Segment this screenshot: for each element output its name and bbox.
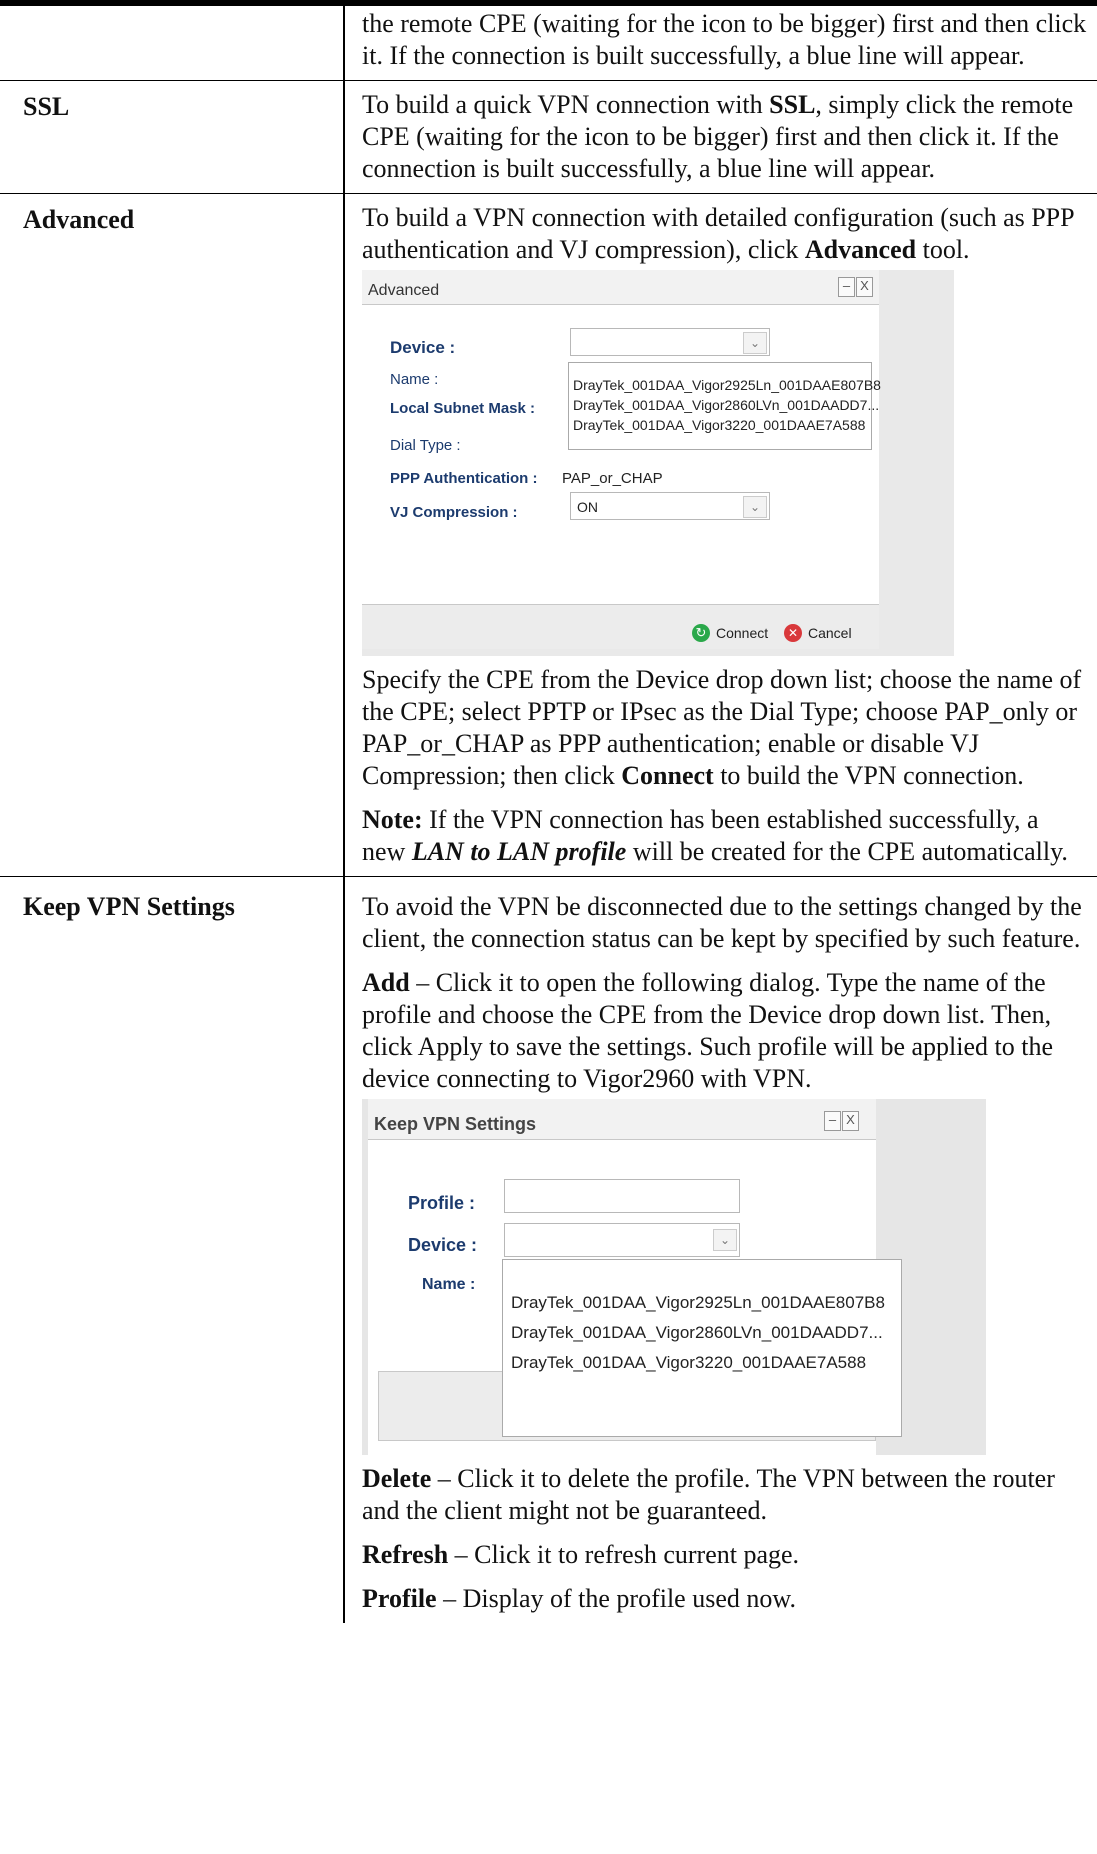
advanced-note: Note: If the VPN connection has been est… [362, 804, 1087, 868]
advanced-specify-text: Specify the CPE from the Device drop dow… [362, 664, 1087, 792]
ssl-text: To build a quick VPN connection with SSL… [362, 89, 1087, 185]
device-option[interactable]: DrayTek_001DAA_Vigor3220_001DAAE7A588 [569, 415, 871, 435]
text-span: To build a quick VPN connection with [362, 90, 770, 119]
row-label: Keep VPN Settings [0, 876, 345, 1623]
device-label: Device : [390, 338, 456, 357]
bold-span: Refresh [362, 1540, 449, 1569]
keep-add-text: Add – Click it to open the following dia… [362, 967, 1087, 1095]
ppp-auth-value: PAP_or_CHAP [562, 470, 663, 487]
note-label: Note: [362, 805, 423, 834]
text-span: – Click it to refresh current page. [448, 1540, 800, 1569]
chevron-down-icon[interactable]: ⌄ [713, 1229, 737, 1251]
connect-button[interactable]: ↻ Connect [692, 617, 768, 649]
dialog-footer: ↻ Connect ✕ Cancel [362, 604, 879, 649]
bold-span: Connect [621, 761, 714, 790]
name-label: Name : [390, 371, 439, 388]
settings-table: the remote CPE (waiting for the icon to … [0, 6, 1097, 1623]
device-select[interactable]: ⌄ [504, 1223, 740, 1257]
close-icon[interactable]: X [842, 1111, 859, 1131]
vj-value: ON [577, 499, 598, 515]
minimize-icon[interactable]: – [838, 277, 855, 297]
vj-compression-select[interactable]: ON ⌄ [570, 492, 770, 520]
device-select[interactable]: ⌄ [570, 328, 770, 356]
divider [362, 304, 879, 305]
row-label-empty [0, 6, 345, 81]
advanced-dialog: Advanced – X Device : ⌄ Name : Local Sub… [362, 270, 881, 649]
close-icon[interactable]: X [856, 277, 873, 297]
keep-delete-text: Delete – Click it to delete the profile.… [362, 1463, 1087, 1527]
row-description: To build a VPN connection with detailed … [344, 193, 1097, 877]
table-row: the remote CPE (waiting for the icon to … [0, 6, 1097, 81]
bold-span: Advanced [804, 235, 917, 264]
profile-input[interactable] [504, 1179, 740, 1213]
dialog-title: Keep VPN Settings [374, 1114, 537, 1134]
refresh-icon: ↻ [692, 624, 710, 642]
dialog-titlebar [362, 270, 879, 304]
text-span: will be created for the CPE automaticall… [626, 837, 1068, 866]
row-label: SSL [0, 80, 345, 194]
advanced-dialog-screenshot: Advanced – X Device : ⌄ Name : Local Sub… [362, 270, 954, 656]
dial-type-label: Dial Type : [390, 437, 461, 454]
ppp-auth-label: PPP Authentication : [390, 470, 538, 487]
bold-span: Delete [362, 1464, 432, 1493]
minimize-icon[interactable]: – [824, 1111, 841, 1131]
row-label: Advanced [0, 193, 345, 877]
subnet-label: Local Subnet Mask : [390, 400, 536, 417]
row-description: To build a quick VPN connection with SSL… [344, 80, 1097, 194]
dialog-title: Advanced [368, 282, 440, 299]
cancel-label: Cancel [808, 625, 852, 641]
bold-span: Add [362, 968, 410, 997]
row-description: the remote CPE (waiting for the icon to … [344, 6, 1097, 81]
device-option[interactable]: DrayTek_001DAA_Vigor2860LVn_001DAADD7... [507, 1318, 901, 1348]
device-dropdown: DrayTek_001DAA_Vigor2925Ln_001DAAE807B8 … [502, 1259, 902, 1437]
device-label: Device : [408, 1235, 478, 1255]
vj-compression-label: VJ Compression : [390, 504, 518, 521]
name-label: Name : [422, 1276, 476, 1293]
table-row-keep-vpn: Keep VPN Settings To avoid the VPN be di… [0, 876, 1097, 1624]
divider [368, 1139, 876, 1140]
profile-label: Profile : [408, 1193, 476, 1213]
cancel-button[interactable]: ✕ Cancel [784, 617, 852, 649]
device-option[interactable]: DrayTek_001DAA_Vigor2860LVn_001DAADD7... [569, 395, 879, 415]
chevron-down-icon[interactable]: ⌄ [743, 332, 767, 354]
advanced-text: To build a VPN connection with detailed … [362, 202, 1087, 266]
keep-intro-text: To avoid the VPN be disconnected due to … [362, 892, 1082, 953]
table-row-advanced: Advanced To build a VPN connection with … [0, 193, 1097, 877]
keep-vpn-dialog: Keep VPN Settings – X Profile : Device :… [368, 1099, 902, 1455]
window-buttons: – X [838, 277, 874, 297]
text-span: – Click it to open the following dialog.… [362, 968, 1054, 1093]
keep-profile-text: Profile – Display of the profile used no… [362, 1583, 1087, 1615]
device-option[interactable]: DrayTek_001DAA_Vigor2925Ln_001DAAE807B8 [569, 375, 881, 395]
text-span: – Click it to delete the profile. The VP… [362, 1464, 1055, 1525]
chevron-down-icon[interactable]: ⌄ [743, 496, 767, 518]
keep-vpn-dialog-screenshot: Keep VPN Settings – X Profile : Device :… [362, 1099, 986, 1455]
device-dropdown: DrayTek_001DAA_Vigor2925Ln_001DAAE807B8 … [568, 362, 881, 450]
intro-text: the remote CPE (waiting for the icon to … [362, 9, 1087, 70]
connect-label: Connect [716, 625, 769, 641]
bold-italic-span: LAN to LAN profile [411, 837, 627, 866]
window-buttons: – X [824, 1111, 860, 1131]
device-option[interactable]: DrayTek_001DAA_Vigor3220_001DAAE7A588 [507, 1348, 901, 1378]
text-span: to build the VPN connection. [713, 761, 1024, 790]
text-span: tool. [916, 235, 970, 264]
row-description: To avoid the VPN be disconnected due to … [344, 877, 1097, 1624]
bold-span: Profile [362, 1584, 437, 1613]
text-span: – Display of the profile used now. [436, 1584, 796, 1613]
bold-span: SSL [769, 90, 816, 119]
cancel-icon: ✕ [784, 624, 802, 642]
device-option[interactable]: DrayTek_001DAA_Vigor2925Ln_001DAAE807B8 [507, 1288, 901, 1318]
table-row-ssl: SSL To build a quick VPN connection with… [0, 80, 1097, 194]
keep-refresh-text: Refresh – Click it to refresh current pa… [362, 1539, 1087, 1571]
